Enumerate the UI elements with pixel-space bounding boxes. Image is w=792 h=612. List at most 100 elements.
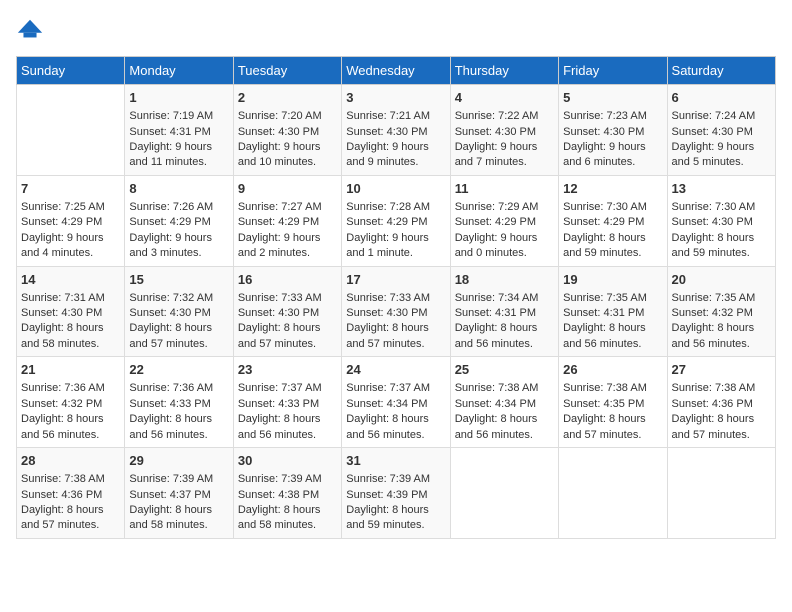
sunset-text: Sunset: 4:30 PM (21, 306, 120, 321)
calendar-cell: 31Sunrise: 7:39 AMSunset: 4:39 PMDayligh… (342, 448, 450, 539)
calendar-week-row: 28Sunrise: 7:38 AMSunset: 4:36 PMDayligh… (17, 448, 776, 539)
calendar-cell: 29Sunrise: 7:39 AMSunset: 4:37 PMDayligh… (125, 448, 233, 539)
day-number: 26 (563, 361, 662, 379)
calendar-cell (559, 448, 667, 539)
day-number: 21 (21, 361, 120, 379)
header-day-thursday: Thursday (450, 57, 558, 85)
calendar-cell: 2Sunrise: 7:20 AMSunset: 4:30 PMDaylight… (233, 85, 341, 176)
sunrise-text: Sunrise: 7:30 AM (672, 200, 771, 215)
calendar-week-row: 7Sunrise: 7:25 AMSunset: 4:29 PMDaylight… (17, 175, 776, 266)
day-number: 7 (21, 180, 120, 198)
daylight-text: Daylight: 8 hours and 56 minutes. (455, 412, 554, 443)
sunrise-text: Sunrise: 7:33 AM (238, 291, 337, 306)
sunset-text: Sunset: 4:31 PM (129, 125, 228, 140)
calendar-cell (667, 448, 775, 539)
day-number: 25 (455, 361, 554, 379)
calendar-cell: 14Sunrise: 7:31 AMSunset: 4:30 PMDayligh… (17, 266, 125, 357)
daylight-text: Daylight: 9 hours and 6 minutes. (563, 140, 662, 171)
header-day-wednesday: Wednesday (342, 57, 450, 85)
day-number: 31 (346, 452, 445, 470)
sunset-text: Sunset: 4:29 PM (455, 215, 554, 230)
calendar-cell: 3Sunrise: 7:21 AMSunset: 4:30 PMDaylight… (342, 85, 450, 176)
daylight-text: Daylight: 8 hours and 57 minutes. (563, 412, 662, 443)
sunrise-text: Sunrise: 7:32 AM (129, 291, 228, 306)
calendar-cell: 24Sunrise: 7:37 AMSunset: 4:34 PMDayligh… (342, 357, 450, 448)
calendar-cell: 25 Sunrise: 7:38 AMSunset: 4:34 PMDayligh… (450, 357, 558, 448)
day-number: 3 (346, 89, 445, 107)
day-number: 1 (129, 89, 228, 107)
sunset-text: Sunset: 4:33 PM (129, 397, 228, 412)
header-day-saturday: Saturday (667, 57, 775, 85)
daylight-text: Daylight: 8 hours and 57 minutes. (21, 503, 120, 534)
calendar-table: SundayMondayTuesdayWednesdayThursdayFrid… (16, 56, 776, 539)
calendar-cell: 9Sunrise: 7:27 AMSunset: 4:29 PMDaylight… (233, 175, 341, 266)
daylight-text: Daylight: 9 hours and 10 minutes. (238, 140, 337, 171)
calendar-cell: 12Sunrise: 7:30 AMSunset: 4:29 PMDayligh… (559, 175, 667, 266)
calendar-cell: 23Sunrise: 7:37 AMSunset: 4:33 PMDayligh… (233, 357, 341, 448)
sunrise-text: Sunrise: 7:19 AM (129, 109, 228, 124)
sunrise-text: Sunrise: 7:25 AM (21, 200, 120, 215)
calendar-cell: 6Sunrise: 7:24 AMSunset: 4:30 PMDaylight… (667, 85, 775, 176)
sunrise-text: Sunrise: 7:39 AM (238, 472, 337, 487)
daylight-text: Daylight: 8 hours and 59 minutes. (672, 231, 771, 262)
header (16, 16, 776, 44)
sunrise-text: Sunrise: 7:36 AM (129, 381, 228, 396)
calendar-cell: 17Sunrise: 7:33 AMSunset: 4:30 PMDayligh… (342, 266, 450, 357)
sunset-text: Sunset: 4:31 PM (563, 306, 662, 321)
day-number: 16 (238, 271, 337, 289)
daylight-text: Daylight: 8 hours and 56 minutes. (672, 321, 771, 352)
sunrise-text: Sunrise: 7:38 AM (455, 381, 554, 396)
sunset-text: Sunset: 4:30 PM (238, 306, 337, 321)
daylight-text: Daylight: 8 hours and 56 minutes. (21, 412, 120, 443)
day-number: 17 (346, 271, 445, 289)
day-number: 9 (238, 180, 337, 198)
sunset-text: Sunset: 4:30 PM (455, 125, 554, 140)
calendar-cell: 1 Sunrise: 7:19 AMSunset: 4:31 PMDaylight… (125, 85, 233, 176)
calendar-week-row: 21Sunrise: 7:36 AMSunset: 4:32 PMDayligh… (17, 357, 776, 448)
daylight-text: Daylight: 9 hours and 2 minutes. (238, 231, 337, 262)
day-number: 4 (455, 89, 554, 107)
daylight-text: Daylight: 8 hours and 57 minutes. (129, 321, 228, 352)
header-day-sunday: Sunday (17, 57, 125, 85)
sunset-text: Sunset: 4:34 PM (346, 397, 445, 412)
daylight-text: Daylight: 8 hours and 58 minutes. (21, 321, 120, 352)
sunset-text: Sunset: 4:33 PM (238, 397, 337, 412)
sunset-text: Sunset: 4:39 PM (346, 488, 445, 503)
calendar-cell: 16 Sunrise: 7:33 AMSunset: 4:30 PMDayligh… (233, 266, 341, 357)
daylight-text: Daylight: 8 hours and 57 minutes. (238, 321, 337, 352)
calendar-cell: 13Sunrise: 7:30 AMSunset: 4:30 PMDayligh… (667, 175, 775, 266)
daylight-text: Daylight: 8 hours and 58 minutes. (238, 503, 337, 534)
day-number: 15 (129, 271, 228, 289)
day-number: 11 (455, 180, 554, 198)
day-number: 24 (346, 361, 445, 379)
daylight-text: Daylight: 9 hours and 11 minutes. (129, 140, 228, 171)
sunrise-text: Sunrise: 7:35 AM (563, 291, 662, 306)
sunrise-text: Sunrise: 7:38 AM (21, 472, 120, 487)
calendar-cell (17, 85, 125, 176)
daylight-text: Daylight: 8 hours and 56 minutes. (346, 412, 445, 443)
day-number: 29 (129, 452, 228, 470)
day-number: 13 (672, 180, 771, 198)
day-number: 23 (238, 361, 337, 379)
day-number: 28 (21, 452, 120, 470)
calendar-cell: 18Sunrise: 7:34 AMSunset: 4:31 PMDayligh… (450, 266, 558, 357)
daylight-text: Daylight: 9 hours and 7 minutes. (455, 140, 554, 171)
sunset-text: Sunset: 4:30 PM (238, 125, 337, 140)
calendar-cell: 26Sunrise: 7:38 AMSunset: 4:35 PMDayligh… (559, 357, 667, 448)
day-number: 5 (563, 89, 662, 107)
sunset-text: Sunset: 4:36 PM (21, 488, 120, 503)
sunrise-text: Sunrise: 7:37 AM (238, 381, 337, 396)
calendar-cell: 11Sunrise: 7:29 AMSunset: 4:29 PMDayligh… (450, 175, 558, 266)
sunset-text: Sunset: 4:30 PM (346, 125, 445, 140)
sunrise-text: Sunrise: 7:24 AM (672, 109, 771, 124)
day-number: 12 (563, 180, 662, 198)
daylight-text: Daylight: 9 hours and 4 minutes. (21, 231, 120, 262)
sunrise-text: Sunrise: 7:21 AM (346, 109, 445, 124)
daylight-text: Daylight: 8 hours and 59 minutes. (563, 231, 662, 262)
sunset-text: Sunset: 4:29 PM (346, 215, 445, 230)
calendar-header-row: SundayMondayTuesdayWednesdayThursdayFrid… (17, 57, 776, 85)
daylight-text: Daylight: 9 hours and 0 minutes. (455, 231, 554, 262)
sunset-text: Sunset: 4:34 PM (455, 397, 554, 412)
sunset-text: Sunset: 4:29 PM (563, 215, 662, 230)
sunrise-text: Sunrise: 7:34 AM (455, 291, 554, 306)
